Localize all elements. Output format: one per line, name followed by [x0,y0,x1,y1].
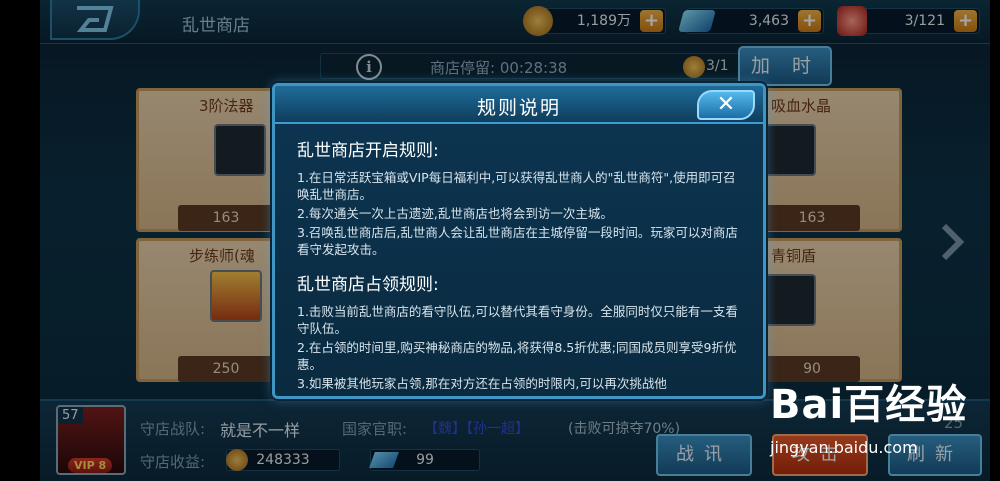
rule-item: 1.在日常活跃宝箱或VIP每日福利中,可以获得乱世商人的"乱世商符",使用即可召… [297,170,736,202]
rule-item: 3.召唤乱世商店后,乱世商人会让乱世商店在主城停留一段时间。玩家可以对商店看守发… [297,225,738,257]
screen-edge [990,0,1000,481]
baidu-watermark: Bai百经验 [770,372,967,430]
dialog-header: 规则说明 ✕ [275,86,763,124]
rule-item: 2.每次通关一次上古遗迹,乱世商店也将会到访一次主城。 [297,206,613,221]
watermark-url: jingyan.baidu.com [770,438,918,457]
section-title: 乱世商店开启规则: [297,141,439,161]
rule-item: 1.击败当前乱世商店的看守队伍,可以替代其看守身份。全服同时仅只能有一支看守队伍… [297,304,738,336]
close-button[interactable]: ✕ [697,90,755,120]
watermark-logo: Bai百经验 [770,382,968,428]
game-screen: 乱世商店 1,189万 + 3,463 + 3/121 + i 商店停留: 00… [0,0,1000,481]
rules-dialog: 规则说明 ✕ 乱世商店开启规则: 1.在日常活跃宝箱或VIP每日福利中,可以获得… [272,83,766,399]
close-icon: ✕ [716,92,736,117]
rule-item: 2.在占领的时间里,购买神秘商店的物品,将获得8.5折优惠;同国成员则享受9折优… [297,340,737,372]
rules-content[interactable]: 乱世商店开启规则: 1.在日常活跃宝箱或VIP每日福利中,可以获得乱世商人的"乱… [275,124,763,396]
section-title: 乱世商店占领规则: [297,275,439,295]
dialog-title: 规则说明 [476,97,561,119]
screen-edge [0,0,40,481]
